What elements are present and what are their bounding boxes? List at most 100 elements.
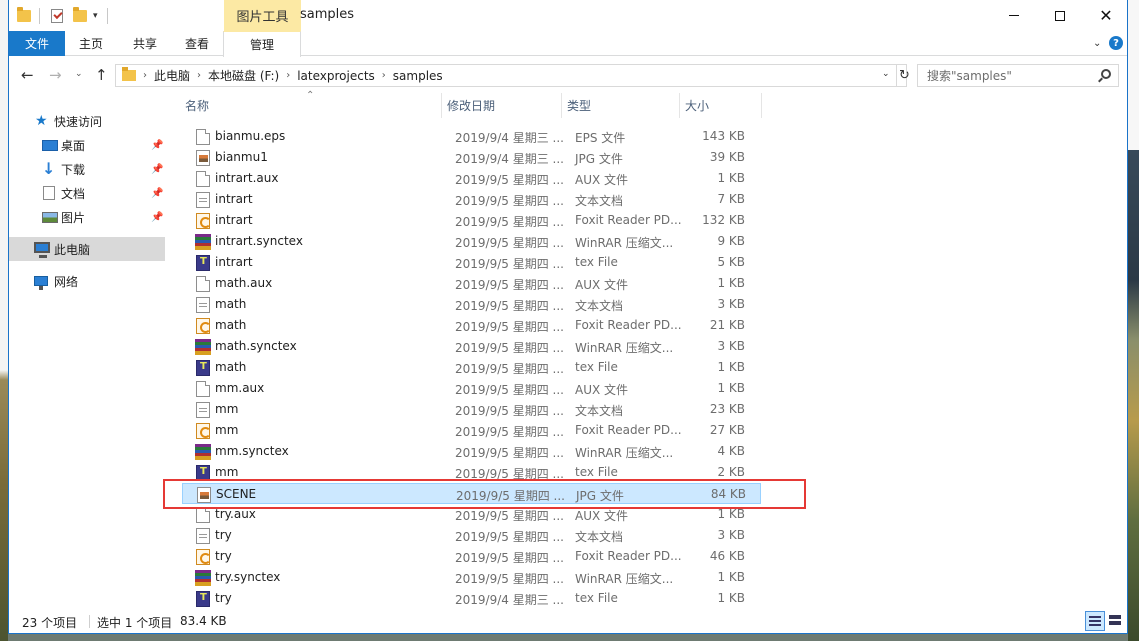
- search-input[interactable]: [927, 68, 1097, 83]
- nav-item-documents[interactable]: 文档 📌: [9, 181, 165, 205]
- breadcrumb-this-pc[interactable]: 此电脑: [154, 67, 190, 84]
- file-row[interactable]: try 2019/9/5 星期四 ... Foxit Reader PD... 46 …: [182, 546, 761, 567]
- breadcrumb-chevron-icon[interactable]: ›: [197, 70, 201, 81]
- tab-home[interactable]: 主页: [65, 31, 117, 56]
- file-name: try: [215, 591, 232, 605]
- column-header-date[interactable]: 修改日期: [447, 93, 495, 118]
- close-icon: ✕: [1099, 5, 1113, 25]
- file-size: 21 KB: [709, 318, 745, 332]
- column-divider[interactable]: [679, 93, 680, 118]
- up-arrow-icon[interactable]: ↑: [95, 66, 108, 84]
- file-row[interactable]: intrart.synctex 2019/9/5 星期四 ... WinRAR 压缩…: [182, 231, 761, 252]
- column-header-size[interactable]: 大小: [685, 93, 709, 118]
- column-divider[interactable]: [761, 93, 762, 118]
- file-row[interactable]: math.synctex 2019/9/5 星期四 ... WinRAR 压缩文..…: [182, 336, 761, 357]
- search-box[interactable]: [917, 64, 1119, 87]
- pin-icon[interactable]: 📌: [151, 212, 163, 223]
- file-name: try: [215, 528, 232, 542]
- tab-file[interactable]: 文件: [9, 31, 65, 56]
- breadcrumb-chevron-icon[interactable]: ›: [382, 70, 386, 81]
- file-row[interactable]: math 2019/9/5 星期四 ... tex File 1 KB: [182, 357, 761, 378]
- forward-arrow-icon[interactable]: →: [49, 66, 62, 84]
- pin-icon[interactable]: 📌: [151, 188, 163, 199]
- refresh-icon[interactable]: ↻: [896, 65, 912, 86]
- file-row[interactable]: intrart 2019/9/5 星期四 ... 文本文档 7 KB: [182, 189, 761, 210]
- file-type: WinRAR 压缩文...: [575, 236, 674, 250]
- file-row[interactable]: intrart 2019/9/5 星期四 ... Foxit Reader PD..…: [182, 210, 761, 231]
- archive-file-icon: [195, 444, 211, 460]
- maximize-button[interactable]: [1037, 0, 1083, 31]
- file-row[interactable]: intrart.aux 2019/9/5 星期四 ... AUX 文件 1 KB: [182, 168, 761, 189]
- tex-file-icon: [196, 255, 210, 271]
- nav-item-desktop[interactable]: 桌面 📌: [9, 133, 165, 157]
- file-icon: [196, 276, 210, 292]
- desktop-background-left: [0, 0, 8, 641]
- nav-item-this-pc[interactable]: 此电脑: [9, 237, 165, 261]
- file-row[interactable]: intrart 2019/9/5 星期四 ... tex File 5 KB: [182, 252, 761, 273]
- search-icon[interactable]: [1101, 69, 1111, 79]
- file-explorer-window: ▾ 图片工具 samples ✕ 文件 主页 共享 查看 管理 ⌄ ? ← → …: [8, 0, 1128, 634]
- file-row[interactable]: math 2019/9/5 星期四 ... Foxit Reader PD... 21…: [182, 315, 761, 336]
- breadcrumb-drive-f[interactable]: 本地磁盘 (F:): [208, 67, 279, 84]
- file-icon: [196, 381, 210, 397]
- file-row[interactable]: mm.aux 2019/9/5 星期四 ... AUX 文件 1 KB: [182, 378, 761, 399]
- customize-dropdown-icon[interactable]: ▾: [93, 7, 98, 25]
- file-type: AUX 文件: [575, 278, 629, 292]
- file-date: 2019/9/5 星期四 ...: [455, 173, 564, 187]
- file-size: 1 KB: [717, 171, 745, 185]
- new-folder-icon[interactable]: [73, 7, 87, 25]
- expand-ribbon-chevron-icon[interactable]: ⌄: [1093, 38, 1101, 49]
- close-button[interactable]: ✕: [1083, 0, 1129, 31]
- pin-icon[interactable]: 📌: [151, 140, 163, 151]
- file-row[interactable]: try 2019/9/5 星期四 ... 文本文档 3 KB: [182, 525, 761, 546]
- file-list: ⌃ 名称 修改日期 类型 大小 bianmu.eps 2019/9/4 星期三 .…: [166, 90, 1127, 609]
- address-history-dropdown-icon[interactable]: ⌄: [882, 69, 890, 79]
- nav-item-network[interactable]: 网络: [9, 269, 165, 293]
- folder-icon[interactable]: [17, 7, 31, 25]
- navigation-bar: ← → ⌄ ↑ › 此电脑 › 本地磁盘 (F:) › latexproject…: [9, 57, 1127, 93]
- nav-label: 网络: [54, 274, 79, 289]
- file-row[interactable]: mm 2019/9/5 星期四 ... Foxit Reader PD... 27 K…: [182, 420, 761, 441]
- details-view-icon[interactable]: [1085, 611, 1105, 631]
- nav-item-downloads[interactable]: ↓ 下载 📌: [9, 157, 165, 181]
- recent-locations-chevron-icon[interactable]: ⌄: [75, 69, 83, 79]
- column-header-type[interactable]: 类型: [567, 93, 591, 118]
- file-size: 1 KB: [717, 276, 745, 290]
- file-date: 2019/9/5 星期四 ...: [455, 383, 564, 397]
- properties-check-icon[interactable]: [51, 7, 63, 25]
- column-divider[interactable]: [441, 93, 442, 118]
- file-type: WinRAR 压缩文...: [575, 446, 674, 460]
- file-row[interactable]: mm.synctex 2019/9/5 星期四 ... WinRAR 压缩文... 4…: [182, 441, 761, 462]
- pin-icon[interactable]: 📌: [151, 164, 163, 175]
- file-row[interactable]: try.synctex 2019/9/5 星期四 ... WinRAR 压缩文...…: [182, 567, 761, 588]
- breadcrumb-samples[interactable]: samples: [393, 69, 443, 83]
- file-date: 2019/9/5 星期四 ...: [455, 446, 564, 460]
- help-icon[interactable]: ?: [1109, 36, 1123, 50]
- breadcrumb-chevron-icon[interactable]: ›: [143, 70, 147, 81]
- file-row[interactable]: bianmu1 2019/9/4 星期三 ... JPG 文件 39 KB: [182, 147, 761, 168]
- column-header-name[interactable]: 名称: [185, 93, 209, 118]
- address-bar[interactable]: › 此电脑 › 本地磁盘 (F:) › latexprojects › samp…: [115, 64, 910, 87]
- large-icons-view-icon[interactable]: [1108, 613, 1124, 629]
- pdf-file-icon: [196, 549, 211, 565]
- nav-item-pictures[interactable]: 图片 📌: [9, 205, 165, 229]
- nav-quick-access[interactable]: ★ 快速访问: [9, 109, 165, 133]
- file-row[interactable]: math 2019/9/5 星期四 ... 文本文档 3 KB: [182, 294, 761, 315]
- file-name: math.aux: [215, 276, 273, 290]
- file-name: try.aux: [215, 507, 256, 521]
- selection-count: 选中 1 个项目: [97, 616, 173, 630]
- tab-manage[interactable]: 管理: [223, 31, 301, 57]
- tab-share[interactable]: 共享: [119, 31, 171, 56]
- file-row[interactable]: try 2019/9/4 星期三 ... tex File 1 KB: [182, 588, 761, 609]
- breadcrumb-latexprojects[interactable]: latexprojects: [297, 69, 375, 83]
- back-arrow-icon[interactable]: ←: [21, 66, 34, 84]
- column-divider[interactable]: [561, 93, 562, 118]
- breadcrumb-chevron-icon[interactable]: ›: [286, 70, 290, 81]
- file-row[interactable]: bianmu.eps 2019/9/4 星期三 ... EPS 文件 143 KB: [182, 126, 761, 147]
- tab-view[interactable]: 查看: [171, 31, 223, 56]
- file-name: try.synctex: [215, 570, 281, 584]
- file-name: mm: [215, 402, 239, 416]
- file-row[interactable]: mm 2019/9/5 星期四 ... 文本文档 23 KB: [182, 399, 761, 420]
- minimize-button[interactable]: [991, 0, 1037, 31]
- file-row[interactable]: math.aux 2019/9/5 星期四 ... AUX 文件 1 KB: [182, 273, 761, 294]
